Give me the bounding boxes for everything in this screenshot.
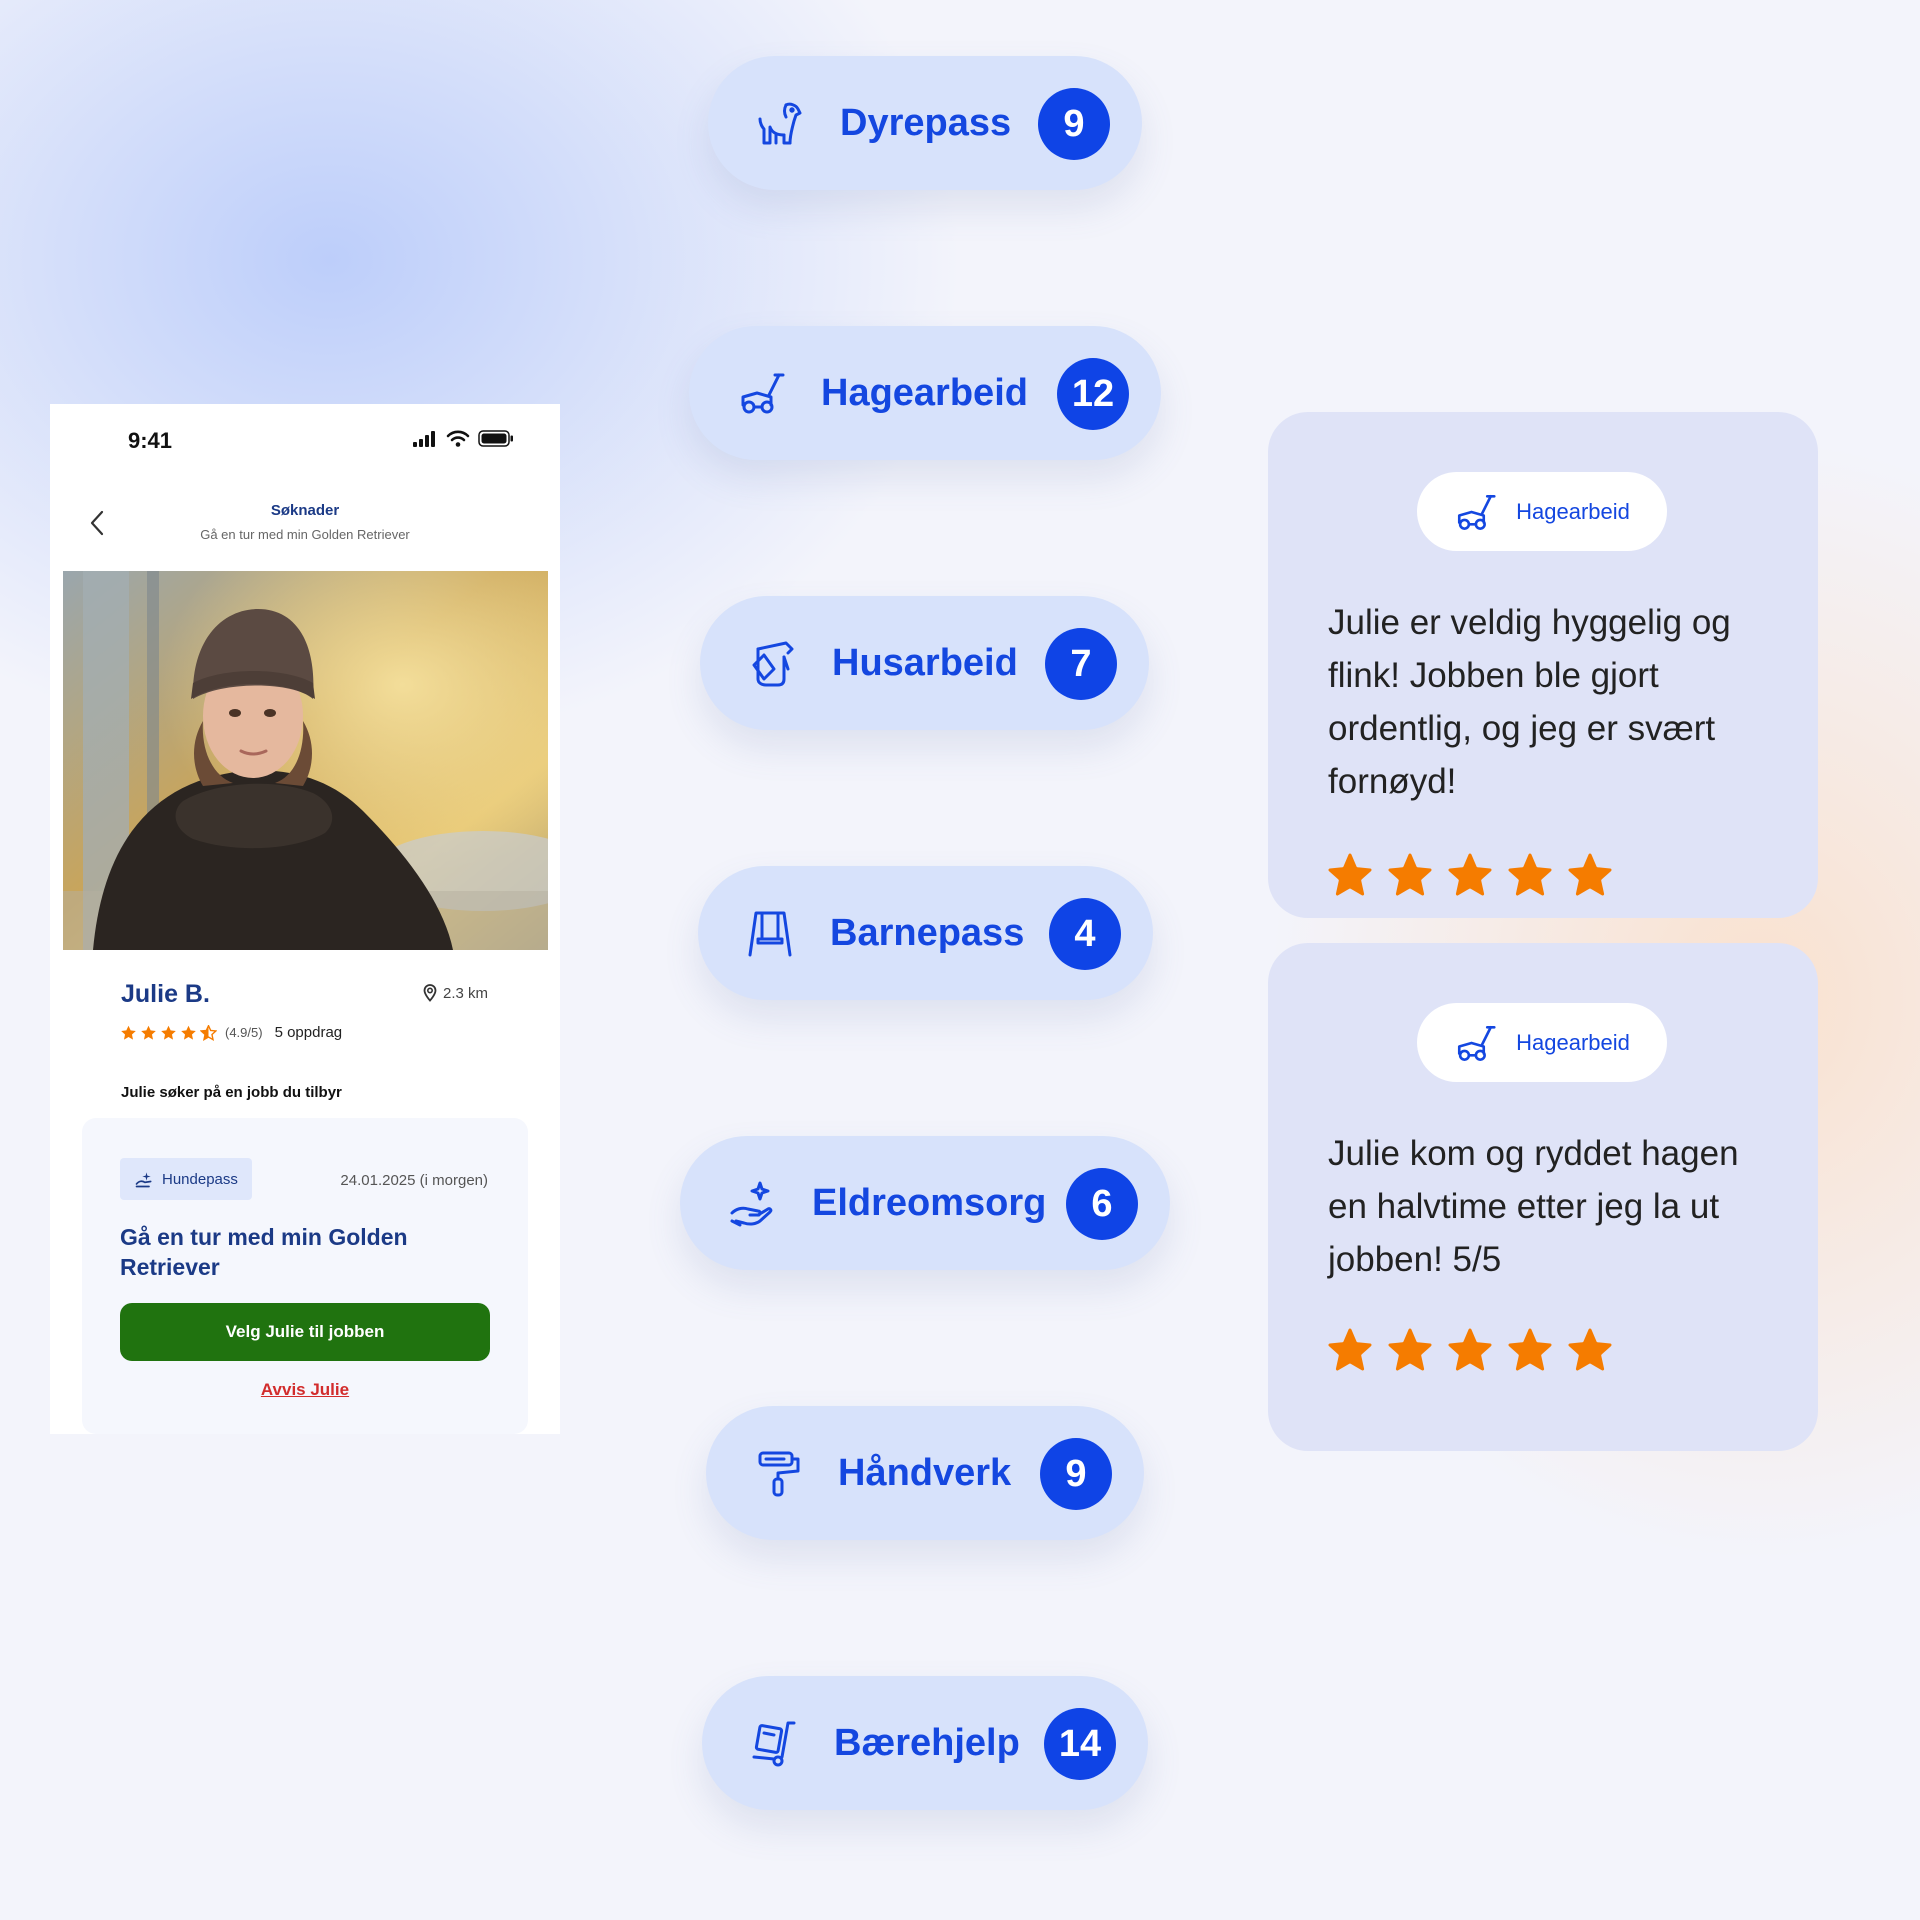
category-label: Barnepass — [830, 912, 1025, 954]
category-count-badge: 9 — [1038, 88, 1110, 160]
review-category-tag: Hagearbeid — [1417, 1003, 1667, 1082]
category-label: Husarbeid — [832, 642, 1018, 684]
distance-value: 2.3 km — [442, 984, 488, 1002]
review-stars — [1326, 1327, 1614, 1373]
star-icon — [1326, 852, 1374, 898]
profile-photo — [63, 571, 548, 950]
category-pill-barnepass[interactable]: Barnepass 4 — [698, 866, 1153, 1000]
star-icon — [1566, 852, 1614, 898]
nav-title: Søknader — [270, 502, 340, 519]
dog-icon — [756, 99, 804, 147]
category-label: Bærehjelp — [834, 1722, 1020, 1764]
rating-stars — [120, 1024, 217, 1041]
star-icon — [1326, 1327, 1374, 1373]
review-category-tag: Hagearbeid — [1417, 472, 1667, 551]
care-hand-icon — [728, 1179, 776, 1227]
review-text: Julie er veldig hyggelig og flink! Jobbe… — [1328, 603, 1731, 801]
profile-name: Julie B. — [121, 980, 210, 1008]
category-count-badge: 9 — [1040, 1438, 1112, 1510]
category-label: Dyrepass — [840, 102, 1012, 144]
jobs-count: 5 oppdrag — [274, 1024, 343, 1041]
phone-screen: 9:41 Søknader Gå en tur med min Golden R… — [50, 404, 560, 1434]
choose-applicant-button[interactable]: Velg Julie til jobben — [120, 1303, 490, 1361]
star-icon — [1446, 852, 1494, 898]
star-icon — [1386, 1327, 1434, 1373]
status-bar: 9:41 — [50, 404, 560, 474]
reject-applicant-link[interactable]: Avvis Julie — [82, 1380, 528, 1400]
star-half-icon — [200, 1024, 217, 1041]
star-icon — [1386, 852, 1434, 898]
category-count-badge: 12 — [1057, 358, 1129, 430]
category-label: Håndverk — [838, 1452, 1012, 1494]
rating-value: (4.9/5) — [225, 1025, 263, 1040]
category-pill-eldreomsorg[interactable]: Eldreomsorg 6 — [680, 1136, 1170, 1270]
job-category-label: Hundepass — [162, 1170, 238, 1188]
nav-header: Søknader Gå en tur med min Golden Retrie… — [50, 494, 560, 554]
category-count-badge: 6 — [1066, 1168, 1138, 1240]
lawnmower-icon — [737, 369, 785, 417]
review-category-label: Hagearbeid — [1516, 1029, 1630, 1055]
star-icon — [1566, 1327, 1614, 1373]
apply-info: Julie søker på en jobb du tilbyr — [121, 1084, 342, 1101]
job-title: Gå en tur med min Golden Retriever — [120, 1224, 408, 1280]
category-count-badge: 14 — [1044, 1708, 1116, 1780]
dog-walk-icon — [134, 1169, 154, 1189]
category-count-badge: 4 — [1049, 898, 1121, 970]
nav-subtitle: Gå en tur med min Golden Retriever — [200, 527, 410, 542]
star-icon — [1446, 1327, 1494, 1373]
paint-roller-icon — [754, 1449, 802, 1497]
status-time: 9:41 — [128, 428, 173, 453]
swing-icon — [746, 909, 794, 957]
star-icon — [140, 1025, 157, 1041]
review-text: Julie kom og ryddet hagen en halvtime et… — [1328, 1134, 1739, 1279]
review-stars — [1326, 852, 1614, 898]
category-pill-hagearbeid[interactable]: Hagearbeid 12 — [689, 326, 1161, 460]
status-icons — [412, 430, 514, 447]
distance: 2.3 km — [423, 984, 488, 1002]
review-category-label: Hagearbeid — [1516, 498, 1630, 524]
review-card: Hagearbeid Julie kom og ryddet hagen en … — [1268, 943, 1818, 1451]
star-icon — [160, 1025, 177, 1041]
review-card: Hagearbeid Julie er veldig hyggelig og f… — [1268, 412, 1818, 918]
signal-icon — [412, 430, 438, 447]
category-label: Eldreomsorg — [812, 1182, 1047, 1224]
star-icon — [1506, 852, 1554, 898]
lawnmower-icon — [1454, 491, 1496, 533]
category-pill-husarbeid[interactable]: Husarbeid 7 — [700, 596, 1149, 730]
lawnmower-icon — [1454, 1022, 1496, 1064]
location-pin-icon — [423, 984, 437, 1002]
battery-icon — [478, 430, 514, 447]
star-icon — [120, 1025, 137, 1041]
category-pill-baerehjelp[interactable]: Bærehjelp 14 — [702, 1676, 1148, 1810]
category-label: Hagearbeid — [821, 372, 1028, 414]
category-pill-handverk[interactable]: Håndverk 9 — [706, 1406, 1144, 1540]
star-icon — [180, 1025, 197, 1041]
job-date: 24.01.2025 (i morgen) — [340, 1172, 488, 1189]
hand-truck-icon — [750, 1719, 798, 1767]
star-icon — [1506, 1327, 1554, 1373]
cleaning-icon — [748, 639, 796, 687]
rating-row: (4.9/5) 5 oppdrag — [120, 1024, 342, 1041]
wifi-icon — [446, 430, 470, 447]
job-category-tag: Hundepass — [120, 1158, 252, 1200]
category-pill-dyrepass[interactable]: Dyrepass 9 — [708, 56, 1142, 190]
category-count-badge: 7 — [1045, 628, 1117, 700]
job-card: Hundepass 24.01.2025 (i morgen) Gå en tu… — [82, 1118, 528, 1434]
